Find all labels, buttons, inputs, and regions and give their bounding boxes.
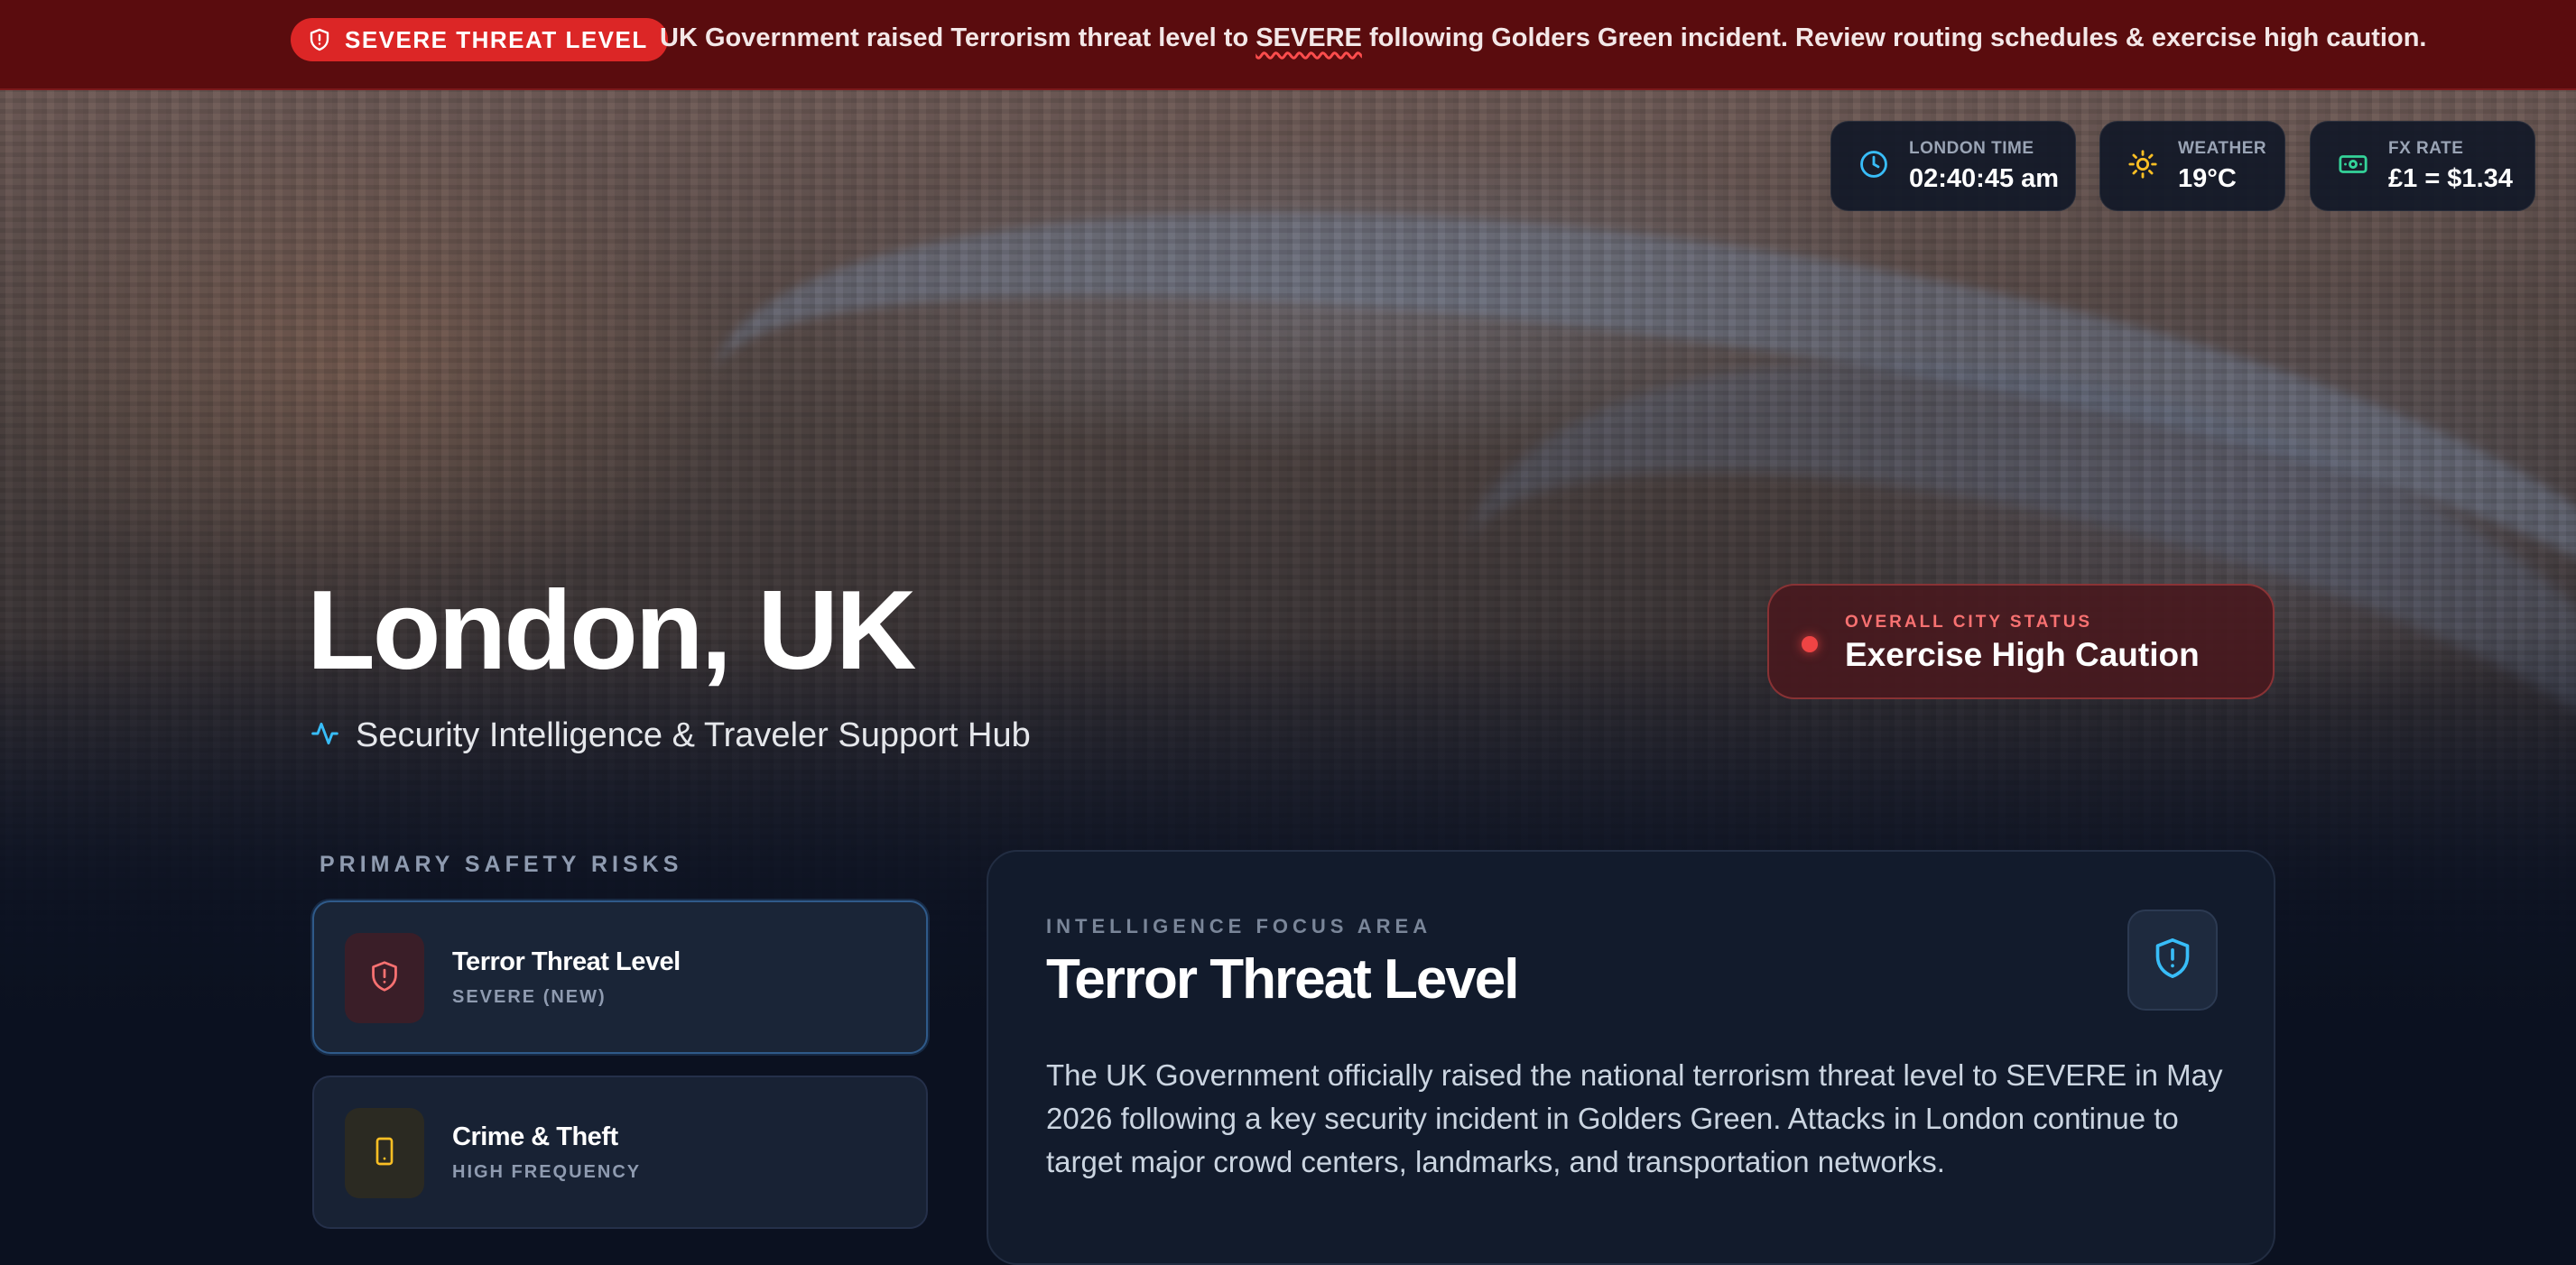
status-indicator-dot <box>1802 636 1818 652</box>
city-status-value: Exercise High Caution <box>1845 636 2200 673</box>
fx-rate-value: £1 = $1.34 <box>2388 163 2513 193</box>
london-time-label: LONDON TIME <box>1909 138 2034 158</box>
risk-item-title: Terror Threat Level <box>452 947 681 976</box>
focus-area-description: The UK Government officially raised the … <box>1046 1058 2223 1178</box>
risk-icon-container <box>345 1108 424 1198</box>
fx-rate-label: FX RATE <box>2388 138 2464 158</box>
focus-shield-badge <box>2127 910 2218 1011</box>
shield-alert-icon <box>2153 937 2192 984</box>
risk-item-terror-threat[interactable]: Terror Threat Level SEVERE (NEW) <box>312 900 928 1054</box>
london-time-chip: LONDON TIME 02:40:45 am <box>1830 121 2076 211</box>
focus-area-label: INTELLIGENCE FOCUS AREA <box>1046 915 1432 937</box>
weather-value: 19°C <box>2178 163 2237 193</box>
page-title: London, UK <box>307 568 916 693</box>
alert-message: UK Government raised Terrorism threat le… <box>660 23 2427 52</box>
alert-banner: SEVERE THREAT LEVEL UK Government raised… <box>0 0 2576 90</box>
threat-level-badge-label: SEVERE THREAT LEVEL <box>345 25 648 53</box>
page-subtitle: Security Intelligence & Traveler Support… <box>310 716 1031 755</box>
risk-item-crime-theft[interactable]: Crime & Theft HIGH FREQUENCY <box>312 1076 928 1229</box>
city-status-label: OVERALL CITY STATUS <box>1845 613 2093 632</box>
focus-area-title: Terror Threat Level <box>1046 948 1519 1011</box>
shield-alert-icon <box>369 960 400 997</box>
weather-chip: WEATHER 19°C <box>2099 121 2285 211</box>
banknote-icon <box>2338 149 2368 184</box>
page-subtitle-text: Security Intelligence & Traveler Support… <box>356 716 1031 754</box>
risk-icon-container <box>345 933 424 1023</box>
sun-icon <box>2127 149 2158 184</box>
threat-level-badge[interactable]: SEVERE THREAT LEVEL <box>291 18 668 61</box>
risk-item-title: Crime & Theft <box>452 1122 618 1151</box>
clock-icon <box>1858 149 1889 184</box>
primary-risks-heading: PRIMARY SAFETY RISKS <box>320 852 683 877</box>
intelligence-focus-panel: INTELLIGENCE FOCUS AREA Terror Threat Le… <box>987 850 2275 1265</box>
risk-item-subtitle: HIGH FREQUENCY <box>452 1162 642 1182</box>
shield-alert-icon <box>309 28 330 51</box>
fx-rate-chip: FX RATE £1 = $1.34 <box>2310 121 2535 211</box>
city-status-card: OVERALL CITY STATUS Exercise High Cautio… <box>1767 584 2275 699</box>
risk-item-subtitle: SEVERE (NEW) <box>452 987 607 1007</box>
weather-label: WEATHER <box>2178 138 2267 158</box>
london-time-value: 02:40:45 am <box>1909 163 2060 193</box>
activity-icon <box>310 719 339 753</box>
alert-highlight: SEVERE <box>1256 23 1362 52</box>
smartphone-icon <box>370 1135 399 1172</box>
